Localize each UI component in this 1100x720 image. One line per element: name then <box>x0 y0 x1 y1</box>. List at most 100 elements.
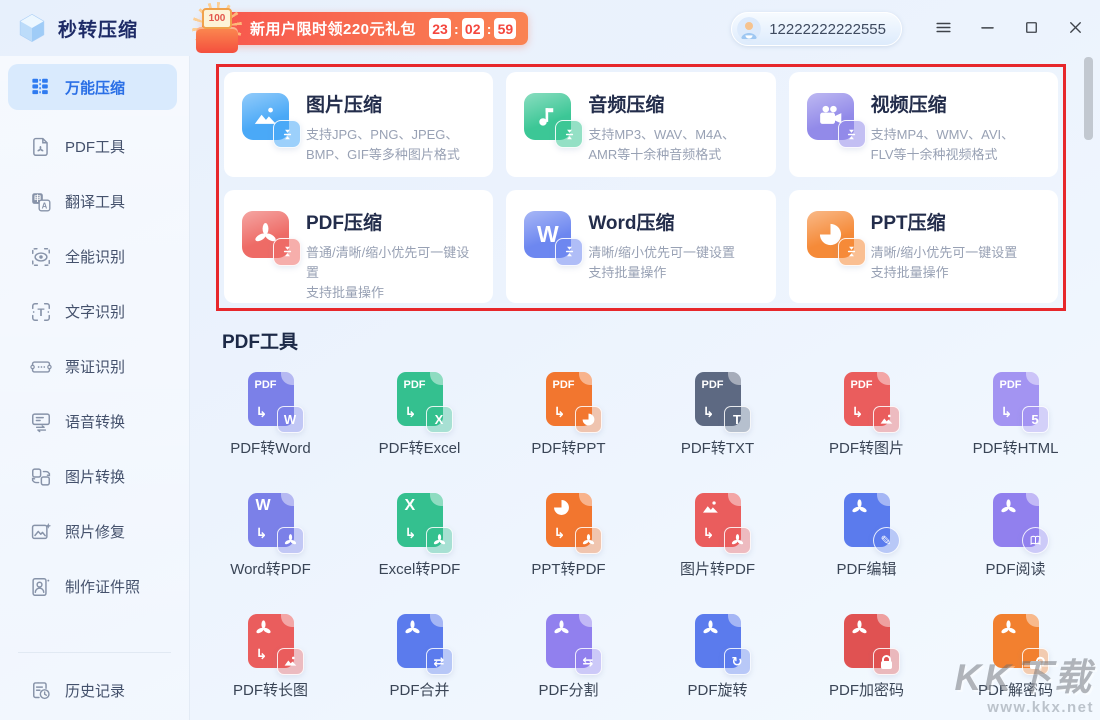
feature-card-ppt-compress[interactable]: PPT压缩清晰/缩小优先可一键设置 支持批量操作 <box>789 190 1058 303</box>
page-fold <box>579 372 592 385</box>
tool-label: PDF阅读 <box>985 558 1045 579</box>
page-fold <box>281 372 294 385</box>
edit-badge-icon: ✎ <box>873 527 900 554</box>
tool-pdf-to-image[interactable]: PDF↳PDF转图片 <box>792 360 941 481</box>
feature-card-video-compress[interactable]: 视频压缩支持MP4、WMV、AVI、 FLV等十余种视频格式 <box>789 72 1058 177</box>
page-fold <box>430 493 443 506</box>
feature-card-title: 音频压缩 <box>588 90 735 117</box>
svg-text:T: T <box>38 307 45 319</box>
acrobat-badge-icon <box>724 527 751 554</box>
pdf-compress-icon <box>242 211 289 258</box>
sidebar-item-label: 制作证件照 <box>65 576 140 597</box>
tool-pdf-to-html[interactable]: PDF↳5 PDF转HTML <box>941 360 1090 481</box>
app-logo-cube-icon <box>16 12 48 44</box>
sidebar-item-history[interactable]: 历史记录 <box>0 663 189 718</box>
id-photo-icon <box>30 576 52 598</box>
sidebar-item-voice-convert[interactable]: 语音转换 <box>0 394 189 449</box>
feature-card-desc: 支持MP4、WMV、AVI、 FLV等十余种视频格式 <box>871 125 1015 165</box>
tool-pdf-to-ppt[interactable]: PDF↳PDF转PPT <box>494 360 643 481</box>
tool-label: PDF旋转 <box>687 679 747 700</box>
maximize-icon[interactable] <box>1014 10 1048 44</box>
tool-pdf-decrypt[interactable]: PDF解密码 <box>941 602 1090 720</box>
pdf-tools-grid: PDF↳WPDF转WordPDF↳XPDF转ExcelPDF↳PDF转PPTPD… <box>196 360 1090 720</box>
sidebar-item-label: 翻译工具 <box>65 191 125 212</box>
tool-pdf-read[interactable]: PDF阅读 <box>941 481 1090 602</box>
ticket-ocr-icon <box>30 356 52 378</box>
sidebar-item-pdf-tools[interactable]: PDF工具 <box>0 119 189 174</box>
countdown-seconds: 59 <box>494 18 516 39</box>
tool-label: PDF转长图 <box>233 679 308 700</box>
feature-card-title: Word压缩 <box>588 208 735 235</box>
tool-pdf-to-word[interactable]: PDF↳WPDF转Word <box>196 360 345 481</box>
merge-badge-icon: ⇄ <box>426 648 453 675</box>
feature-card-word-compress[interactable]: WWord压缩清晰/缩小优先可一键设置 支持批量操作 <box>506 190 775 303</box>
unlock-badge-icon <box>1022 648 1049 675</box>
pdf-read-icon <box>993 493 1039 547</box>
minimize-icon[interactable] <box>970 10 1004 44</box>
page-fold <box>728 372 741 385</box>
page-fold <box>1026 614 1039 627</box>
pdf-to-ppt-icon: PDF↳ <box>546 372 592 426</box>
countdown-colon: : <box>454 21 459 37</box>
feature-card-title: 视频压缩 <box>871 90 1015 117</box>
compress-badge-icon <box>555 120 583 148</box>
sidebar-item-omni-ocr[interactable]: 全能识别 <box>0 229 189 284</box>
tool-pdf-rotate[interactable]: ↻PDF旋转 <box>643 602 792 720</box>
sidebar-item-label: 语音转换 <box>65 411 125 432</box>
page-fold <box>430 372 443 385</box>
page-fold <box>728 493 741 506</box>
sidebar-item-text-ocr[interactable]: T 文字识别 <box>0 284 189 339</box>
translate-tools-icon: 申A <box>30 191 52 213</box>
image-badge-icon <box>277 648 304 675</box>
sidebar-item-label: 票证识别 <box>65 356 125 377</box>
user-account-number: 12222222222555 <box>769 21 886 38</box>
feature-card-desc: 清晰/缩小优先可一键设置 支持批量操作 <box>871 243 1018 283</box>
tool-pdf-merge[interactable]: ⇄PDF合并 <box>345 602 494 720</box>
pdf-to-html-icon: PDF↳5 <box>993 372 1039 426</box>
tool-label: PDF转HTML <box>973 437 1059 458</box>
sidebar-item-photo-repair[interactable]: 照片修复 <box>0 504 189 559</box>
tool-pdf-to-excel[interactable]: PDF↳XPDF转Excel <box>345 360 494 481</box>
tool-image-to-pdf[interactable]: ↳图片转PDF <box>643 481 792 602</box>
tool-pdf-to-txt[interactable]: PDF↳TPDF转TXT <box>643 360 792 481</box>
user-account-pill[interactable]: 12222222222555 <box>731 12 902 46</box>
ppt-to-pdf-icon: ↳ <box>546 493 592 547</box>
promo-banner[interactable]: 100 新用户限时领220元礼包 23 : 02 : 59 <box>202 12 528 45</box>
pdf-tools-icon <box>30 136 52 158</box>
scrollbar-thumb[interactable] <box>1084 57 1093 140</box>
sidebar-item-universal-compress[interactable]: 万能压缩 <box>8 64 177 110</box>
countdown-colon: : <box>487 21 492 37</box>
X-badge-icon: X <box>426 406 453 433</box>
feature-card-pdf-compress[interactable]: PDF压缩普通/清晰/缩小优先可一键设置 支持批量操作 <box>224 190 493 303</box>
sidebar-item-id-photo[interactable]: 制作证件照 <box>0 559 189 614</box>
sidebar-item-ticket-ocr[interactable]: 票证识别 <box>0 339 189 394</box>
image-convert-icon <box>30 466 52 488</box>
tool-word-to-pdf[interactable]: W↳Word转PDF <box>196 481 345 602</box>
sidebar-item-image-convert[interactable]: 图片转换 <box>0 449 189 504</box>
feature-card-image-compress[interactable]: 图片压缩支持JPG、PNG、JPEG、 BMP、GIF等多种图片格式 <box>224 72 493 177</box>
T-badge-icon: T <box>724 406 751 433</box>
tool-pdf-to-long-image[interactable]: ↳PDF转长图 <box>196 602 345 720</box>
page-fold <box>430 614 443 627</box>
pdf-encrypt-icon <box>844 614 890 668</box>
compress-badge-icon <box>838 238 866 266</box>
page-fold <box>579 493 592 506</box>
user-avatar <box>737 17 761 41</box>
gift-box-icon: 100 <box>190 2 244 54</box>
tool-label: PDF转图片 <box>829 437 904 458</box>
tool-excel-to-pdf[interactable]: X↳Excel转PDF <box>345 481 494 602</box>
svg-text:A: A <box>42 201 48 210</box>
sidebar-item-translate-tools[interactable]: 申A 翻译工具 <box>0 174 189 229</box>
sidebar-item-label: 文字识别 <box>65 301 125 322</box>
tool-pdf-encrypt[interactable]: PDF加密码 <box>792 602 941 720</box>
tool-ppt-to-pdf[interactable]: ↳PPT转PDF <box>494 481 643 602</box>
sidebar-item-label: 历史记录 <box>65 680 125 701</box>
feature-card-audio-compress[interactable]: 音频压缩支持MP3、WAV、M4A、 AMR等十余种音频格式 <box>506 72 775 177</box>
pdf-to-excel-icon: PDF↳X <box>397 372 443 426</box>
tool-pdf-edit[interactable]: ✎PDF编辑 <box>792 481 941 602</box>
video-compress-icon <box>807 93 854 140</box>
tool-pdf-split[interactable]: ⇆PDF分割 <box>494 602 643 720</box>
close-icon[interactable] <box>1058 10 1092 44</box>
pdf-edit-icon: ✎ <box>844 493 890 547</box>
menu-icon[interactable] <box>926 10 960 44</box>
